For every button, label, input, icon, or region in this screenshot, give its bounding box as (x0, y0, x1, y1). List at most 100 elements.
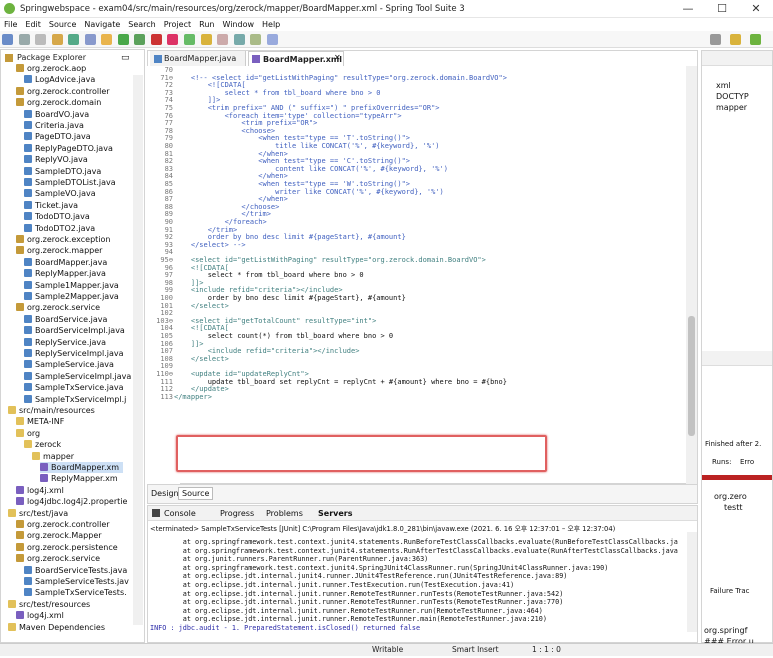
tree-item[interactable]: src/test/resources (8, 599, 90, 610)
new-icon[interactable] (2, 34, 13, 45)
scroll-thumb[interactable] (688, 316, 695, 436)
maximize-button[interactable]: ☐ (705, 0, 739, 18)
spring-icon[interactable] (184, 34, 196, 45)
tree-item[interactable]: log4j.xml (16, 485, 64, 496)
search-icon[interactable] (217, 34, 229, 45)
save-all-icon[interactable] (35, 34, 47, 45)
tree-item[interactable]: SampleVO.java (24, 188, 96, 199)
tab-boardmapper-java[interactable]: BoardMapper.java (150, 51, 246, 66)
tree-item[interactable]: BoardServiceTests.java (24, 565, 127, 576)
terminal-icon[interactable] (68, 34, 80, 45)
tab-boardmapper-xml[interactable]: BoardMapper.xml (248, 51, 344, 66)
junit-tree-root[interactable]: org.zero (714, 491, 747, 502)
tree-item[interactable]: ReplyServiceImpl.java (24, 348, 123, 359)
tree-item[interactable]: org.zerock.service (16, 553, 100, 564)
menu-search[interactable]: Search (124, 18, 159, 31)
tab-design[interactable]: Design (151, 489, 179, 498)
quick-access-search-icon[interactable] (710, 34, 721, 45)
menu-project[interactable]: Project (160, 18, 195, 31)
tree-item[interactable]: SampleServiceImpl.java (24, 371, 131, 382)
tree-item[interactable]: BoardMapper.xm (40, 462, 124, 473)
menu-file[interactable]: File (0, 18, 21, 31)
tree-item[interactable]: org.zerock.Mapper (16, 530, 102, 541)
tree-item[interactable]: TodoDTO.java (24, 211, 90, 222)
forward-icon[interactable] (266, 34, 278, 45)
outline-item-doctype[interactable]: DOCTYP (716, 91, 749, 102)
tree-item[interactable]: log4jdbc.log4j2.propertie (16, 496, 127, 507)
code-area[interactable]: <!-- <select id="getListWithPaging" resu… (174, 66, 686, 484)
tree-item[interactable]: BoardVO.java (24, 109, 89, 120)
tree-item[interactable]: SampleTxServiceTests. (24, 587, 127, 598)
coverage-icon[interactable] (101, 34, 113, 45)
tree-item[interactable]: SampleDTOList.java (24, 177, 116, 188)
stop-icon[interactable] (150, 34, 162, 45)
external-tools-icon[interactable] (167, 34, 179, 45)
tree-item[interactable]: SampleDTO.java (24, 166, 101, 177)
tree-item[interactable]: Sample2Mapper.java (24, 291, 119, 302)
outline-item-mapper[interactable]: mapper (716, 102, 747, 113)
editor-vertical-scrollbar[interactable] (686, 66, 697, 484)
tree-item[interactable]: Criteria.java (24, 120, 84, 131)
tree-item[interactable]: SampleService.java (24, 359, 114, 370)
run-icon[interactable] (117, 34, 129, 45)
menu-edit[interactable]: Edit (21, 18, 45, 31)
tab-console[interactable]: Console (164, 509, 196, 518)
junit-tree-test[interactable]: testt (724, 502, 743, 513)
tab-progress[interactable]: Progress (220, 509, 254, 518)
tree-item[interactable]: org.zerock.domain (16, 97, 101, 108)
tree-item[interactable]: mapper (32, 451, 74, 462)
console-scrollbar[interactable] (687, 532, 697, 632)
tree-item[interactable]: src/test/java (8, 508, 68, 519)
tree-item[interactable]: PageDTO.java (24, 131, 91, 142)
tree-item[interactable]: ReplyMapper.xm (40, 473, 118, 484)
tab-servers[interactable]: Servers (318, 509, 352, 518)
build-icon[interactable] (51, 34, 63, 45)
tree-item[interactable]: SampleServiceTests.jav (24, 576, 129, 587)
tab-source[interactable]: Source (178, 487, 214, 500)
tree-item[interactable]: org.zerock.service (16, 302, 100, 313)
tree-item[interactable]: org.zerock.persistence (16, 542, 118, 553)
menu-window[interactable]: Window (218, 18, 258, 31)
debug-icon[interactable] (84, 34, 96, 45)
tree-item[interactable]: BoardMapper.java (24, 257, 107, 268)
annotation-icon[interactable] (233, 34, 245, 45)
tree-item[interactable]: Sample1Mapper.java (24, 280, 119, 291)
back-icon[interactable] (250, 34, 262, 45)
menu-run[interactable]: Run (195, 18, 218, 31)
menu-help[interactable]: Help (258, 18, 284, 31)
tree-item[interactable]: TodoDTO2.java (24, 223, 95, 234)
tree-item[interactable]: org.zerock.mapper (16, 245, 102, 256)
tree-item[interactable]: org.zerock.aop (16, 63, 86, 74)
open-type-icon[interactable] (200, 34, 212, 45)
close-tab-icon[interactable]: ✕ (334, 53, 341, 62)
tree-item[interactable]: BoardService.java (24, 314, 107, 325)
perspective-icon[interactable] (730, 34, 741, 45)
tab-problems[interactable]: Problems (266, 509, 303, 518)
tree-item[interactable]: org.zerock.controller (16, 86, 110, 97)
menu-source[interactable]: Source (45, 18, 80, 31)
tree-item[interactable]: LogAdvice.java (24, 74, 95, 85)
tree-item[interactable]: ReplyPageDTO.java (24, 143, 113, 154)
minimize-button[interactable]: — (671, 0, 705, 18)
tree-item[interactable]: zerock (24, 439, 61, 450)
tree-item[interactable]: BoardServiceImpl.java (24, 325, 125, 336)
tree-item[interactable]: log4j.xml (16, 610, 64, 621)
outline-item-xml[interactable]: xml (716, 80, 731, 91)
package-explorer-scrollbar[interactable] (133, 75, 143, 625)
tree-item[interactable]: org.zerock.exception (16, 234, 110, 245)
save-icon[interactable] (18, 34, 30, 45)
tree-item[interactable]: Maven Dependencies (8, 622, 105, 633)
tree-item[interactable]: SampleTxService.java (24, 382, 124, 393)
run-as-icon[interactable] (134, 34, 146, 45)
tree-item[interactable]: SampleTxServiceImpl.j (24, 394, 126, 405)
tree-item[interactable]: ReplyMapper.java (24, 268, 106, 279)
tree-item[interactable]: src/main/resources (8, 405, 95, 416)
tree-item[interactable]: Ticket.java (24, 200, 78, 211)
tree-item[interactable]: ReplyService.java (24, 337, 106, 348)
menu-navigate[interactable]: Navigate (80, 18, 124, 31)
tree-item[interactable]: org.zerock.controller (16, 519, 110, 530)
tree-item[interactable]: META-INF (16, 416, 64, 427)
tree-item[interactable]: ReplyVO.java (24, 154, 88, 165)
close-button[interactable]: ✕ (739, 0, 773, 18)
tree-item[interactable]: org (16, 428, 40, 439)
